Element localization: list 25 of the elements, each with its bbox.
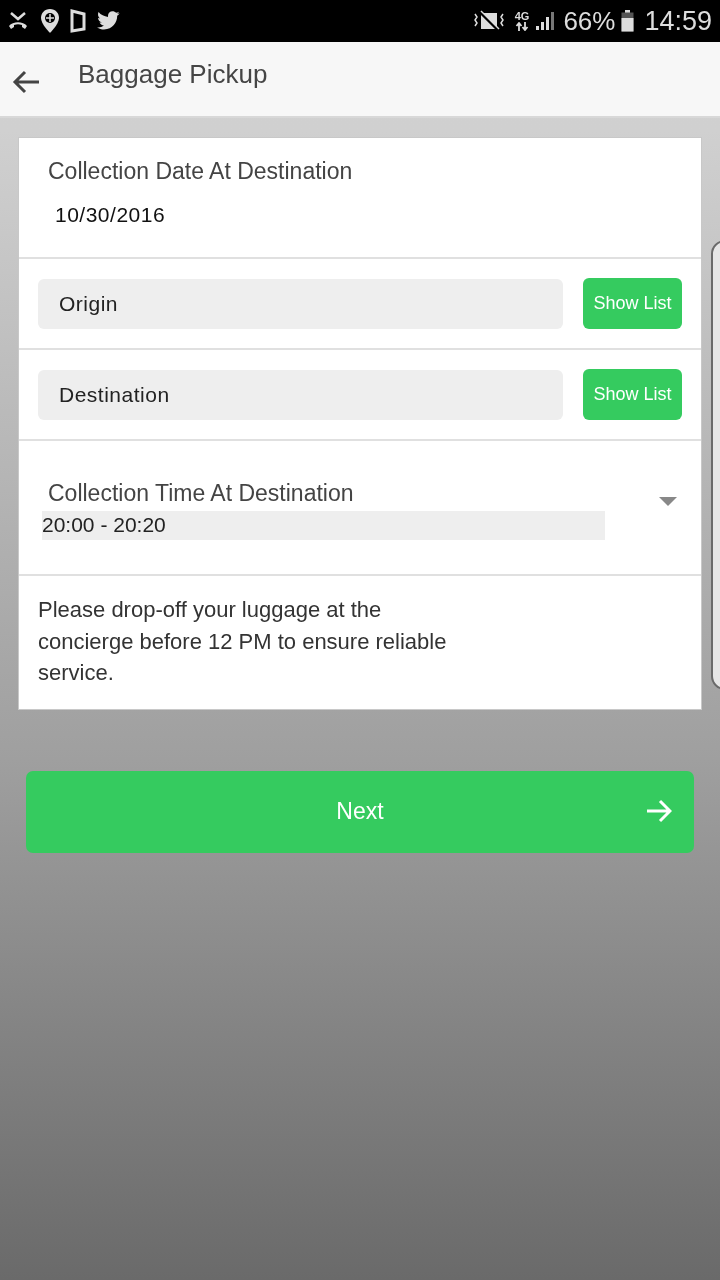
show-list-button[interactable]: Show List	[583, 369, 682, 420]
page-title: Baggage Pickup	[78, 58, 268, 90]
next-button[interactable]: Next	[26, 770, 694, 853]
arrow-right-icon	[646, 798, 672, 823]
location-field[interactable]: Destination	[38, 369, 563, 420]
clock: 14:59	[644, 5, 712, 37]
time-select-field[interactable]: 20:00 - 20:20	[42, 510, 605, 540]
dropdown-caret-icon[interactable]	[659, 497, 677, 506]
time-label: Collection Time At Destination	[48, 479, 354, 507]
location-pin-icon	[40, 8, 60, 34]
bird-icon	[96, 11, 122, 31]
back-arrow-icon	[12, 70, 40, 94]
back-button[interactable]	[12, 70, 42, 94]
date-field[interactable]: 10/30/2016	[55, 203, 166, 227]
show-list-button[interactable]: Show List	[583, 278, 682, 329]
network-type: 4G	[514, 11, 530, 22]
vibrate-mute-icon	[472, 10, 505, 32]
missed-call-icon	[6, 11, 30, 31]
date-label: Collection Date At Destination	[48, 158, 353, 185]
data-arrows-icon	[515, 22, 530, 31]
battery-icon	[621, 10, 635, 32]
notice-text: Please drop-off your luggage at the concierge before 12 PM to ensure reliable service.	[38, 596, 448, 687]
battery-level: 66%	[563, 5, 616, 37]
location-field[interactable]: Origin	[38, 278, 563, 329]
door-icon	[70, 9, 86, 33]
